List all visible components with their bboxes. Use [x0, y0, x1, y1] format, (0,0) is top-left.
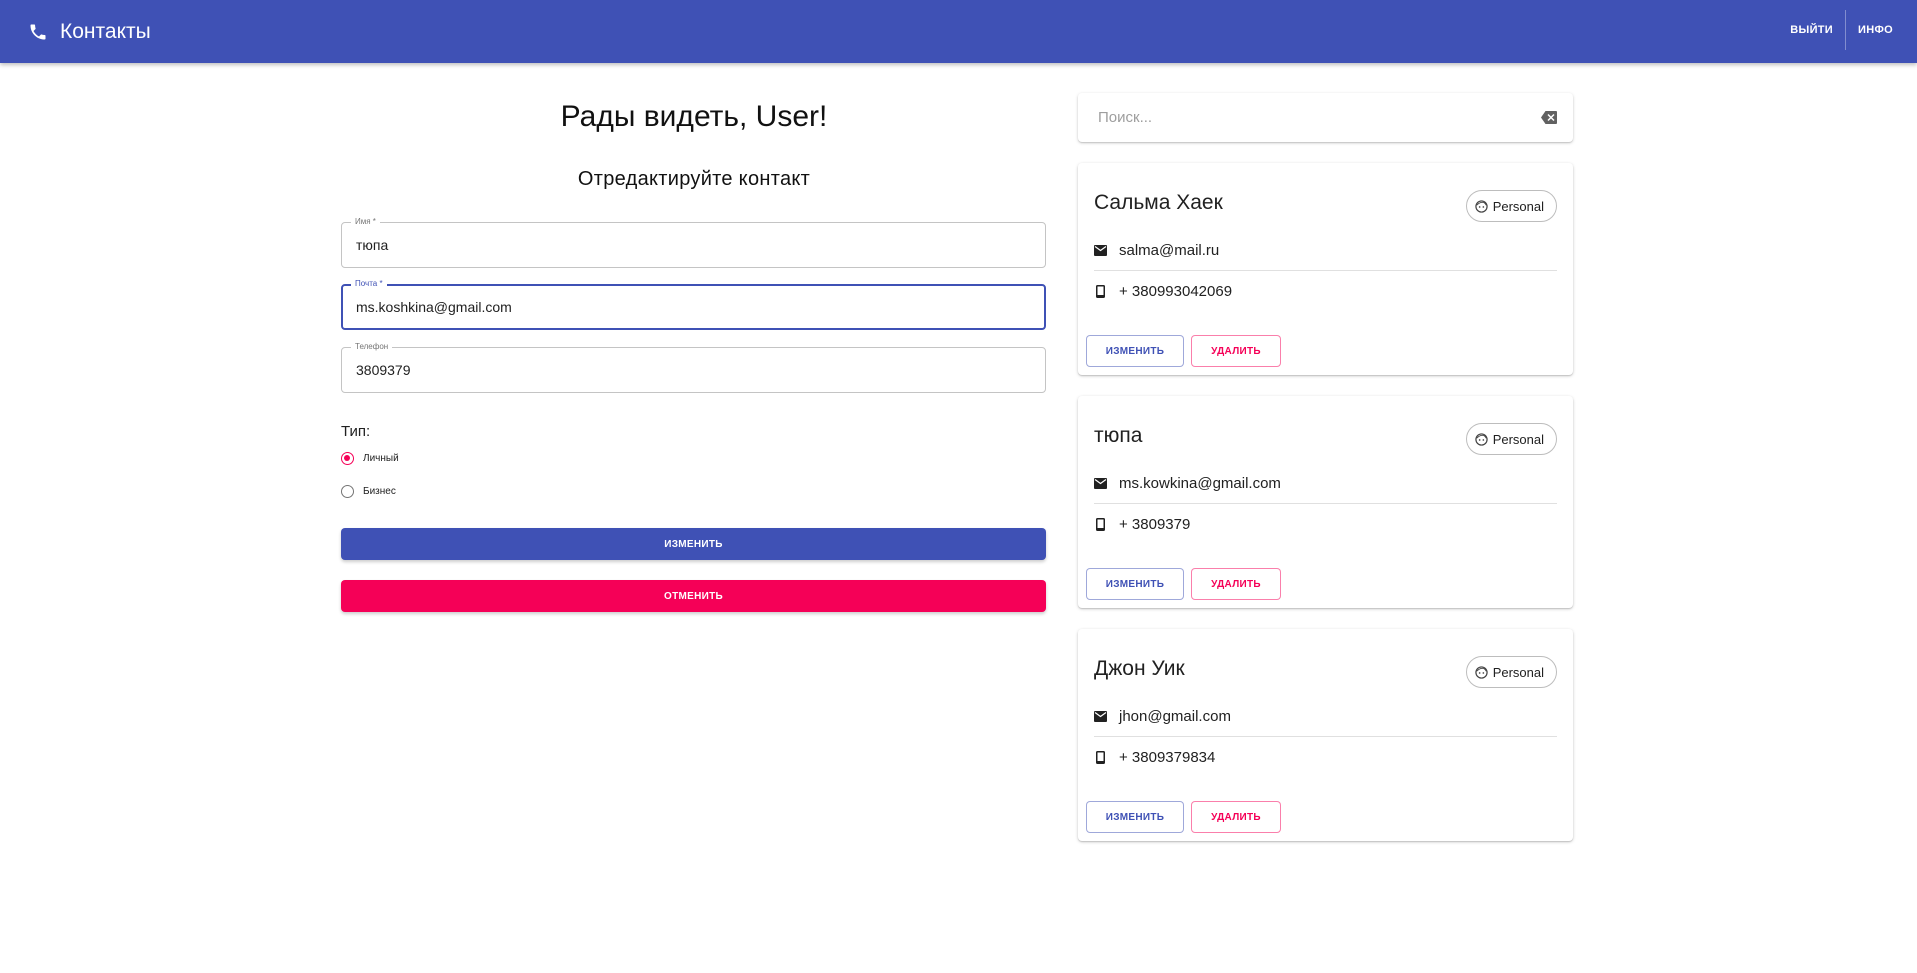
- submit-edit-button[interactable]: ИЗМЕНИТЬ: [341, 528, 1046, 560]
- form-subtitle: Отредактируйте контакт: [577, 168, 811, 190]
- top-nav: ВЫЙТИ ИНФО: [1778, 10, 1905, 50]
- mail-icon: [1094, 244, 1107, 257]
- cancel-button[interactable]: ОТМЕНИТЬ: [341, 580, 1046, 612]
- contact-name: Сальма Хаек: [1094, 191, 1223, 214]
- face-icon: [1475, 199, 1488, 213]
- contact-phone: + 380993042069: [1119, 282, 1233, 300]
- contact-type-chip: Personal: [1465, 656, 1557, 688]
- contact-card: Сальма Хаек Personal salma@mail.ru + 380…: [1078, 163, 1573, 375]
- contact-type-label: Personal: [1492, 431, 1544, 447]
- mail-icon: [1094, 477, 1107, 490]
- radio-business-label: Бизнес: [363, 486, 396, 497]
- radio-personal-control[interactable]: [341, 452, 354, 465]
- type-label: Тип:: [341, 423, 371, 440]
- contact-name: Джон Уик: [1094, 657, 1185, 680]
- contact-card: тюпа Personal ms.kowkina@gmail.com + 380…: [1078, 396, 1573, 608]
- radio-business-control[interactable]: [341, 485, 354, 498]
- smartphone-icon: [1094, 284, 1107, 298]
- radio-business[interactable]: Бизнес: [341, 485, 396, 498]
- backspace-icon[interactable]: [1541, 111, 1557, 124]
- info-button[interactable]: ИНФО: [1846, 10, 1905, 50]
- email-field[interactable]: Почта *: [341, 279, 1046, 330]
- delete-contact-button[interactable]: УДАЛИТЬ: [1191, 335, 1281, 367]
- contact-email-row: salma@mail.ru: [1094, 230, 1557, 270]
- radio-personal-label: Личный: [363, 453, 399, 464]
- smartphone-icon: [1094, 750, 1107, 764]
- search-input[interactable]: [1098, 93, 1518, 142]
- name-input[interactable]: [356, 223, 1026, 267]
- radio-personal[interactable]: Личный: [341, 452, 399, 465]
- contact-phone: + 3809379834: [1119, 748, 1216, 766]
- delete-contact-button[interactable]: УДАЛИТЬ: [1191, 801, 1281, 833]
- contact-phone-row: + 3809379: [1094, 504, 1557, 544]
- mail-icon: [1094, 710, 1107, 723]
- contact-phone: + 3809379: [1119, 515, 1191, 533]
- phone-input[interactable]: [356, 348, 1026, 392]
- phone-field[interactable]: Телефон: [341, 342, 1046, 393]
- contact-email: jhon@gmail.com: [1119, 707, 1231, 725]
- edit-contact-button[interactable]: ИЗМЕНИТЬ: [1086, 335, 1184, 367]
- contact-card: Джон Уик Personal jhon@gmail.com + 38093…: [1078, 629, 1573, 841]
- contact-type-chip: Personal: [1465, 190, 1557, 222]
- contact-phone-row: + 380993042069: [1094, 271, 1557, 311]
- contact-phone-row: + 3809379834: [1094, 737, 1557, 777]
- contact-email-row: ms.kowkina@gmail.com: [1094, 463, 1557, 503]
- contact-name: тюпа: [1094, 424, 1143, 447]
- logout-button[interactable]: ВЫЙТИ: [1778, 10, 1845, 50]
- face-icon: [1475, 665, 1488, 679]
- brand: Контакты: [28, 20, 151, 44]
- delete-contact-button[interactable]: УДАЛИТЬ: [1191, 568, 1281, 600]
- edit-contact-button[interactable]: ИЗМЕНИТЬ: [1086, 801, 1184, 833]
- contact-email-row: jhon@gmail.com: [1094, 696, 1557, 736]
- smartphone-icon: [1094, 517, 1107, 531]
- app-bar: Контакты ВЫЙТИ ИНФО: [0, 0, 1917, 63]
- face-icon: [1475, 432, 1488, 446]
- contact-type-chip: Personal: [1465, 423, 1557, 455]
- contact-email: ms.kowkina@gmail.com: [1119, 474, 1281, 492]
- app-title: Контакты: [60, 19, 151, 43]
- email-input[interactable]: [356, 286, 1026, 328]
- contact-email: salma@mail.ru: [1119, 241, 1220, 259]
- search-box: [1078, 93, 1573, 142]
- contact-type-label: Personal: [1492, 664, 1544, 680]
- phone-icon: [30, 24, 46, 39]
- name-field[interactable]: Имя *: [341, 217, 1046, 268]
- contact-type-label: Personal: [1492, 198, 1544, 214]
- edit-contact-button[interactable]: ИЗМЕНИТЬ: [1086, 568, 1184, 600]
- greeting-heading: Рады видеть, User!: [560, 100, 828, 133]
